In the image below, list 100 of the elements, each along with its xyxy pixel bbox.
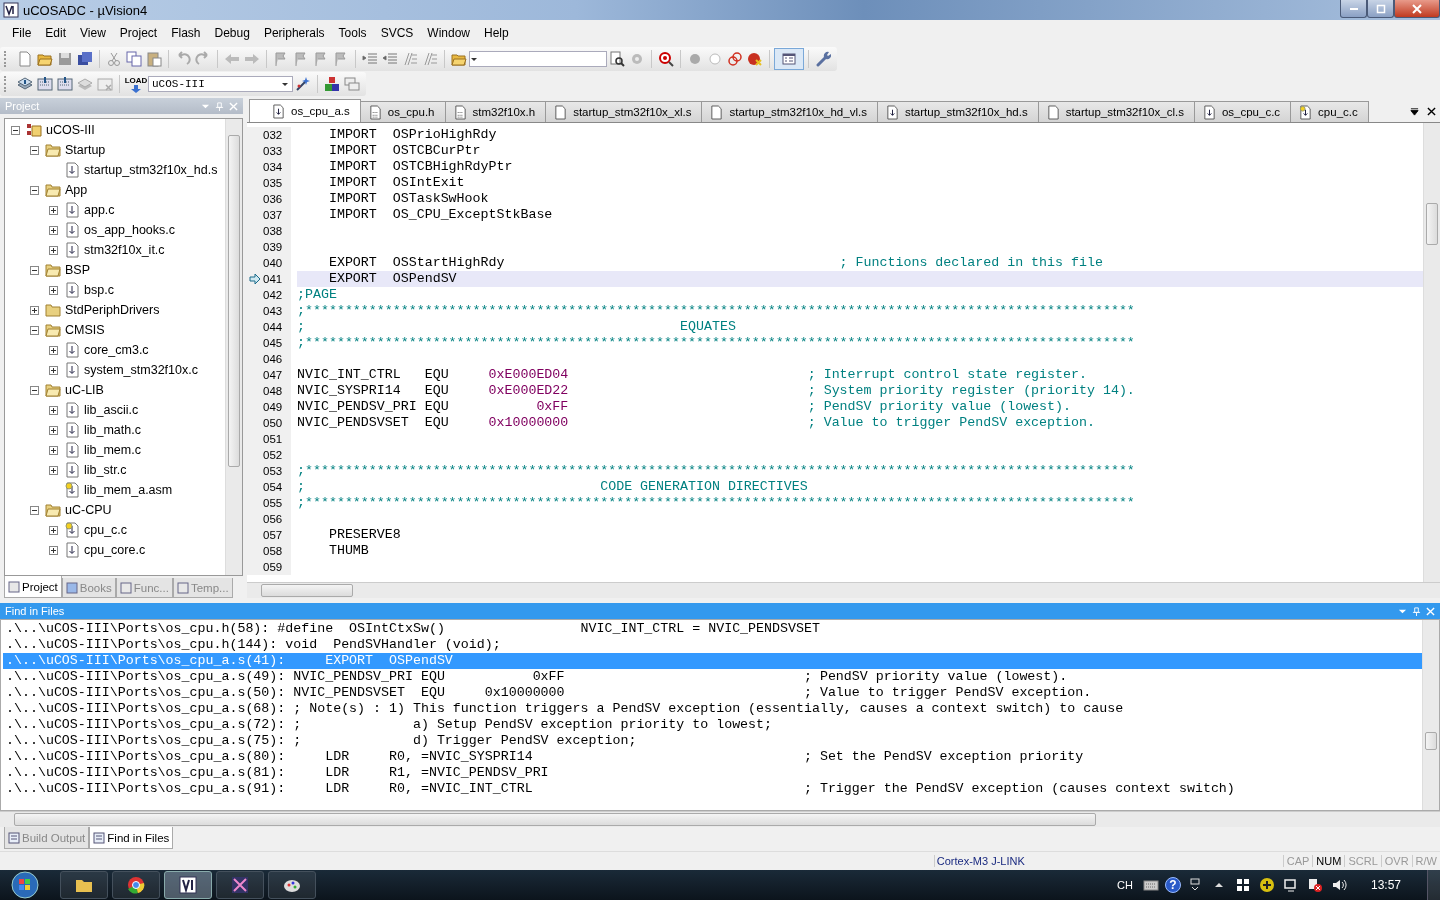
menu-item[interactable]: SVCS xyxy=(373,24,421,42)
tree-item[interactable]: cpu_core.c xyxy=(83,542,147,558)
file-tab[interactable]: startup_stm32f10x_hd.s xyxy=(876,101,1039,122)
tree-item[interactable]: uC-CPU xyxy=(64,502,113,518)
expander-toggle[interactable] xyxy=(30,305,39,315)
search-result[interactable]: .\..\uCOS-III\Ports\os_cpu.h(144): void PendSVHandler (void); xyxy=(3,637,1422,653)
tab-list-icon[interactable] xyxy=(1410,107,1419,116)
search-result[interactable]: .\..\uCOS-III\Ports\os_cpu_a.s(50): NVIC_PENDSVSET EQU 0x10000000 ; Value to trigger PendSV exception. xyxy=(3,685,1422,701)
monitor-icon[interactable] xyxy=(1282,877,1299,893)
tree-item[interactable]: core_cm3.c xyxy=(83,342,150,358)
copy-icon[interactable] xyxy=(124,48,144,70)
plus-icon[interactable] xyxy=(1258,877,1275,893)
scrollbar[interactable] xyxy=(1422,620,1439,810)
expander-toggle[interactable] xyxy=(30,325,39,335)
tree-item[interactable]: CMSIS xyxy=(64,322,106,338)
help-button[interactable]: ? xyxy=(1164,877,1181,893)
expander-toggle[interactable] xyxy=(30,385,39,395)
expander-toggle[interactable] xyxy=(49,405,58,415)
expander-toggle[interactable] xyxy=(49,245,58,255)
minimize-button[interactable] xyxy=(1340,0,1367,18)
scrollbar[interactable] xyxy=(1423,123,1440,582)
file-tab[interactable]: startup_stm32f10x_hd_vl.s xyxy=(701,101,878,122)
tree-item[interactable]: lib_str.c xyxy=(83,462,128,478)
tree-item[interactable]: bsp.c xyxy=(83,282,115,298)
menu-item[interactable]: Flash xyxy=(164,24,208,42)
expander-toggle[interactable] xyxy=(11,125,20,135)
expander-toggle[interactable] xyxy=(49,545,58,555)
close-icon[interactable] xyxy=(1427,107,1436,116)
tree-item[interactable]: lib_ascii.c xyxy=(83,402,140,418)
volume-icon[interactable] xyxy=(1330,877,1347,893)
tree-item[interactable]: os_app_hooks.c xyxy=(83,222,177,238)
window-layout-icon[interactable] xyxy=(774,48,804,70)
maximize-button[interactable] xyxy=(1367,0,1394,18)
expander-toggle[interactable] xyxy=(49,425,58,435)
file-tab[interactable]: startup_stm32f10x_xl.s xyxy=(545,101,703,122)
expander-toggle[interactable] xyxy=(49,205,58,215)
tree-item[interactable]: App xyxy=(64,182,89,198)
menu-item[interactable]: Project xyxy=(112,24,165,42)
expander-toggle[interactable] xyxy=(30,145,39,155)
palette-app-button[interactable] xyxy=(268,871,316,899)
file-tab[interactable]: startup_stm32f10x_cl.s xyxy=(1037,101,1195,122)
search-result[interactable]: .\..\uCOS-III\Ports\os_cpu_a.s(72): ; a) Setup PendSV exception priority to lowest; xyxy=(3,717,1422,733)
browser-app-button[interactable] xyxy=(112,871,160,899)
windows-logo-icon[interactable] xyxy=(1234,877,1251,893)
menu-item[interactable]: Peripherals xyxy=(256,24,332,42)
tree-item[interactable]: BSP xyxy=(64,262,91,278)
search-result[interactable]: .\..\uCOS-III\Ports\os_cpu_a.s(75): ; d) Trigger PendSV exception; xyxy=(3,733,1422,749)
expander-toggle[interactable] xyxy=(30,505,39,515)
file-tab[interactable]: stm32f10x.h xyxy=(444,101,547,122)
expander-toggle[interactable] xyxy=(30,265,39,275)
search-result[interactable]: .\..\uCOS-III\Ports\os_cpu_a.s(81): LDR R1, =NVIC_PENDSV_PRI xyxy=(3,765,1422,781)
tree-item[interactable]: app.c xyxy=(83,202,116,218)
menu-item[interactable]: View xyxy=(73,24,113,42)
tree-item[interactable]: StdPeriphDrivers xyxy=(64,302,161,318)
file-tab[interactable]: os_cpu_c.c xyxy=(1193,101,1292,122)
tree-item[interactable]: uC-LIB xyxy=(64,382,105,398)
tree-item[interactable]: startup_stm32f10x_hd.s xyxy=(83,162,219,178)
tree-item[interactable]: Startup xyxy=(64,142,107,158)
menu-item[interactable]: File xyxy=(5,24,39,42)
tree-item[interactable]: uCOS-III xyxy=(45,122,96,138)
load-icon[interactable]: LOAD xyxy=(124,73,148,95)
clock[interactable]: 13:57 xyxy=(1370,878,1401,892)
expander-toggle[interactable] xyxy=(49,465,58,475)
target-select[interactable]: uCOS-III xyxy=(148,76,293,92)
close-button[interactable] xyxy=(1394,0,1440,18)
expander-toggle[interactable] xyxy=(49,285,58,295)
expander-toggle[interactable] xyxy=(49,365,58,375)
search-result[interactable]: .\..\uCOS-III\Ports\os_cpu_a.s(91): LDR R0, =NVIC_INT_CTRL ; Trigger the PendSV exception (causes context switch) xyxy=(3,781,1422,797)
app-button[interactable] xyxy=(164,871,212,899)
panel-tab[interactable]: Project xyxy=(4,576,62,598)
menu-item[interactable]: Edit xyxy=(38,24,74,42)
output-tab[interactable]: Find in Files xyxy=(89,827,174,849)
file-tab[interactable]: cpu_c.c xyxy=(1290,101,1369,122)
pin-icon[interactable] xyxy=(1412,606,1421,616)
expander-toggle[interactable] xyxy=(49,445,58,455)
input-language[interactable]: CH xyxy=(1117,879,1133,891)
expander-toggle[interactable] xyxy=(30,185,39,195)
tree-item[interactable]: lib_mem.c xyxy=(83,442,142,458)
expander-toggle[interactable] xyxy=(49,525,58,535)
tree-item[interactable]: lib_mem_a.asm xyxy=(83,482,174,498)
menu-item[interactable]: Debug xyxy=(207,24,257,42)
tree-item[interactable]: stm32f10x_it.c xyxy=(83,242,166,258)
file-tab[interactable]: os_cpu.h xyxy=(359,101,446,122)
tree-item[interactable]: cpu_c.c xyxy=(83,522,129,538)
expander-toggle[interactable] xyxy=(49,345,58,355)
network-error-icon[interactable] xyxy=(1306,877,1323,893)
folder-app-button[interactable] xyxy=(60,871,108,899)
horizontal-scrollbar[interactable] xyxy=(0,811,1440,827)
search-result[interactable]: .\..\uCOS-III\Ports\os_cpu_a.s(49): NVIC_PENDSV_PRI EQU 0xFF ; PendSV priority value (lowest). xyxy=(3,669,1422,685)
scrollbar[interactable] xyxy=(225,119,242,575)
menu-item[interactable]: Window xyxy=(420,24,477,42)
file-tab[interactable]: os_cpu_a.s xyxy=(249,99,361,122)
expander-toggle[interactable] xyxy=(49,225,58,235)
search-result[interactable]: .\..\uCOS-III\Ports\os_cpu_a.s(68): ; Note(s) : 1) This function triggers a PendSV exception (essentially, causes a context switch) to cause xyxy=(3,701,1422,717)
tree-item[interactable]: lib_math.c xyxy=(83,422,142,438)
search-result[interactable]: .\..\uCOS-III\Ports\os_cpu_a.s(80): LDR R0, =NVIC_SYSPRI14 ; Set the PendSV exception priority xyxy=(3,749,1422,765)
menu-item[interactable]: Help xyxy=(477,24,516,42)
search-result[interactable]: .\..\uCOS-III\Ports\os_cpu.h(58): #define OSIntCtxSw() NVIC_INT_CTRL = NVIC_PENDSVSET xyxy=(3,621,1422,637)
keyboard-icon[interactable] xyxy=(1142,877,1159,893)
tree-item[interactable]: system_stm32f10x.c xyxy=(83,362,199,378)
